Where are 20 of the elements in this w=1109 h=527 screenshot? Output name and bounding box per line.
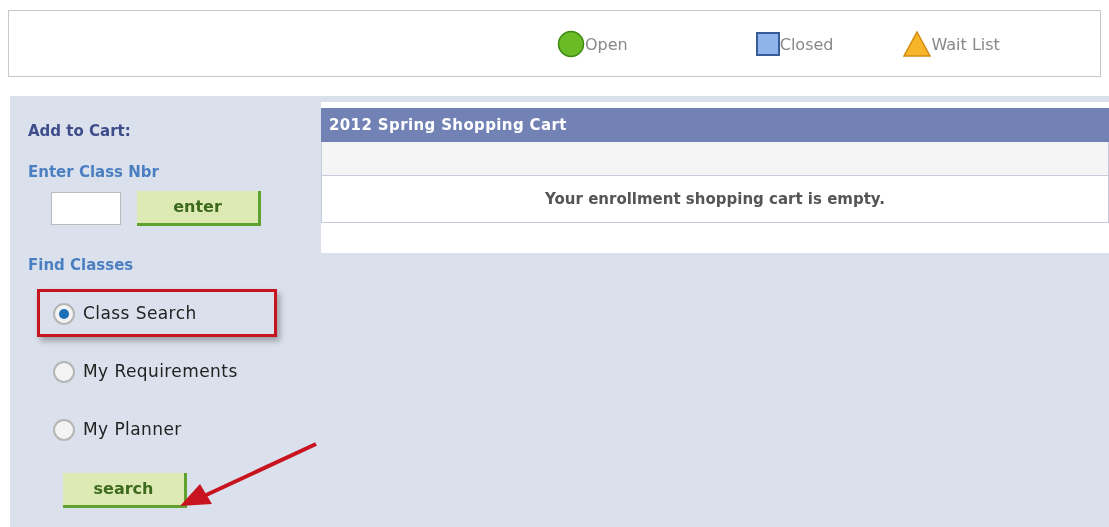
radio-button[interactable] (53, 302, 75, 325)
circle-icon (557, 29, 585, 58)
empty-cart-message: Your enrollment shopping cart is empty. (545, 188, 885, 210)
class-number-field[interactable] (51, 192, 121, 225)
field-label: Enter Class Nbr (28, 161, 159, 183)
section-title: Add to Cart: (28, 121, 131, 142)
radio-button[interactable] (53, 418, 75, 441)
square-icon (755, 31, 780, 56)
radio-button[interactable] (53, 360, 75, 383)
radio-label: My Requirements (83, 359, 238, 383)
warning-triangle-icon (903, 30, 932, 57)
radio-label: My Planner (83, 417, 182, 441)
legend-label: Wait List (931, 33, 1000, 56)
enter-button[interactable]: enter (137, 191, 261, 226)
legend-label: Open (585, 33, 628, 56)
section-title: Find Classes (28, 255, 134, 276)
radio-label: Class Search (83, 301, 197, 325)
legend-label: Closed (779, 33, 834, 56)
cart-header: 2012 Spring Shopping Cart (321, 108, 1109, 142)
search-button[interactable]: search (63, 472, 187, 508)
